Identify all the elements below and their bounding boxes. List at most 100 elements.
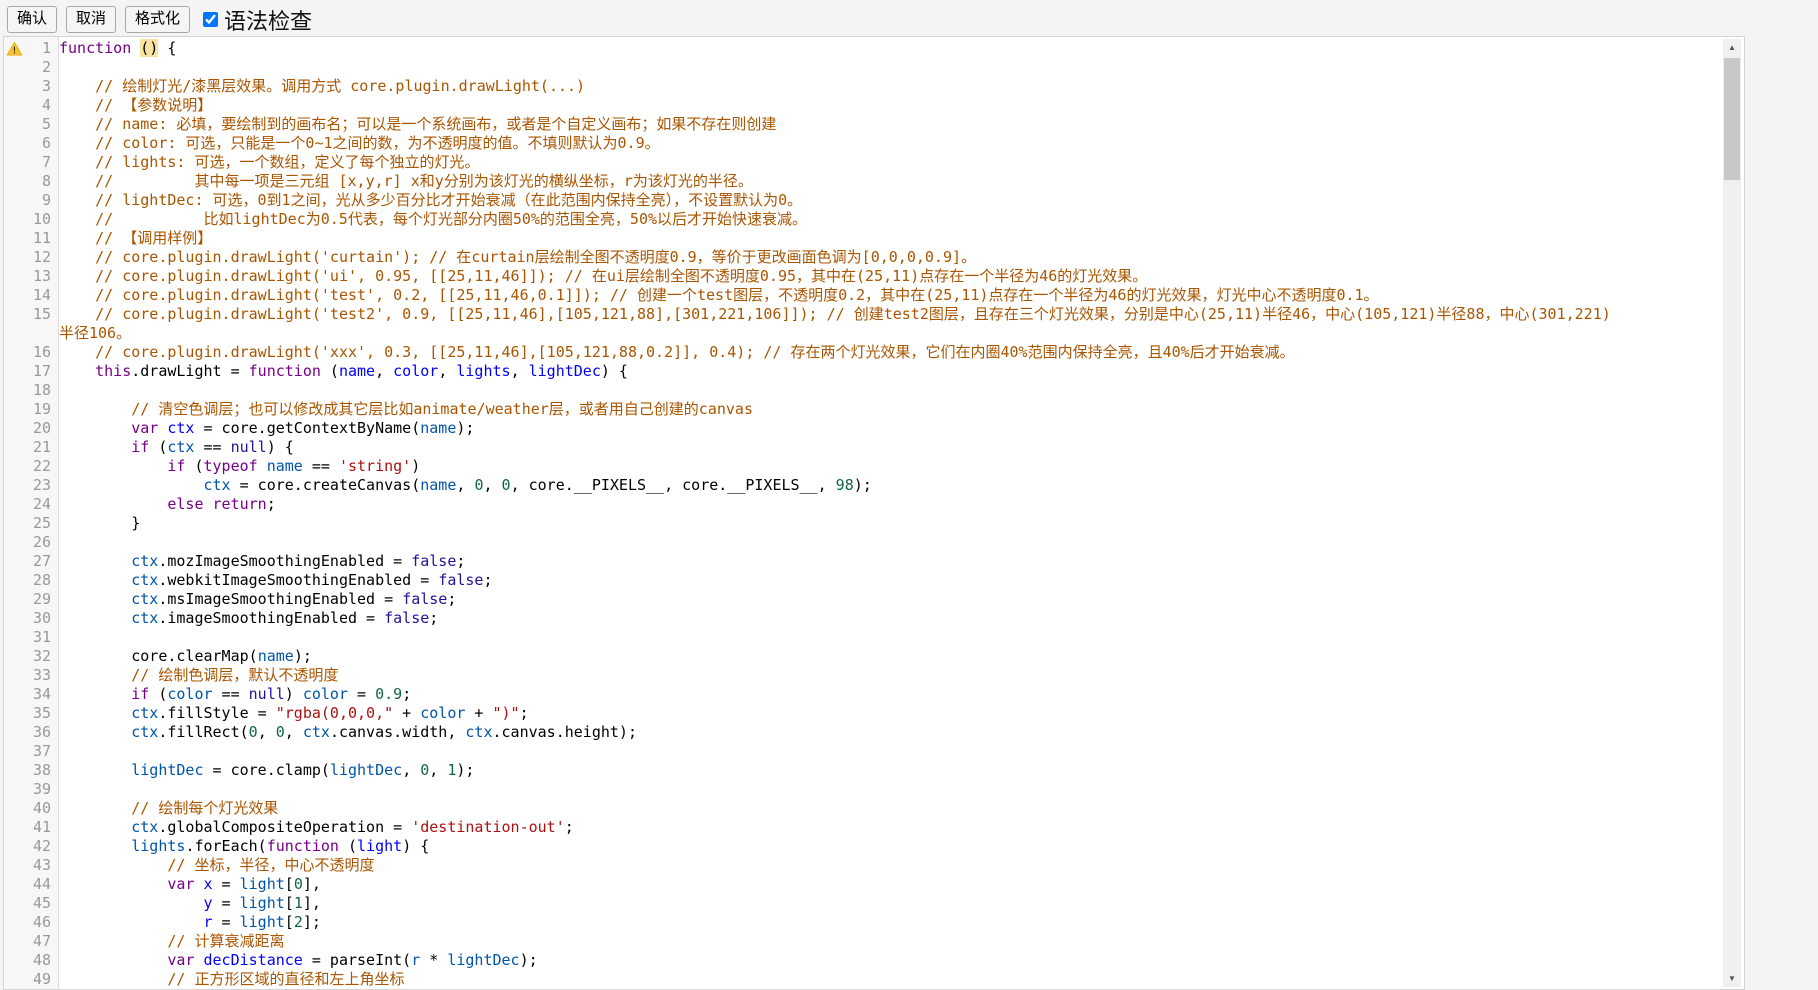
code-text[interactable]: // 其中每一项是三元组 [x,y,r] x和y分别为该灯光的横纵坐标，r为该灯…	[59, 172, 1614, 191]
vertical-scrollbar[interactable]: ▲ ▼	[1723, 39, 1741, 987]
code-text[interactable]: ctx.globalCompositeOperation = 'destinat…	[59, 818, 1614, 837]
code-text[interactable]: var x = light[0],	[59, 875, 1614, 894]
code-text[interactable]: // lightDec: 可选，0到1之间，光从多少百分比才开始衰减（在此范围内…	[59, 191, 1614, 210]
svg-text:!: !	[12, 46, 18, 56]
confirm-button[interactable]: 确认	[7, 6, 57, 33]
line-number: 43	[33, 856, 51, 874]
code-text[interactable]: r = light[2];	[59, 913, 1614, 932]
line-gutter: !1	[4, 39, 59, 58]
code-text[interactable]: // core.plugin.drawLight('curtain'); // …	[59, 248, 1614, 267]
code-text[interactable]: var decDistance = parseInt(r * lightDec)…	[59, 951, 1614, 970]
code-text[interactable]: y = light[1],	[59, 894, 1614, 913]
code-text[interactable]	[59, 533, 1614, 552]
scroll-up-icon[interactable]: ▲	[1723, 39, 1741, 56]
line-gutter: 38	[4, 761, 59, 780]
code-editor[interactable]: !1function () {23 // 绘制灯光/漆黑层效果。调用方式 cor…	[3, 36, 1745, 990]
code-line: 3 // 绘制灯光/漆黑层效果。调用方式 core.plugin.drawLig…	[4, 77, 1614, 96]
line-number: 35	[33, 704, 51, 722]
scrollbar-thumb[interactable]	[1724, 58, 1740, 180]
cancel-button[interactable]: 取消	[66, 6, 116, 33]
line-number: 40	[33, 799, 51, 817]
code-line: 39	[4, 780, 1614, 799]
code-text[interactable]: core.clearMap(name);	[59, 647, 1614, 666]
code-line: 44 var x = light[0],	[4, 875, 1614, 894]
code-text[interactable]: // color: 可选，只能是一个0~1之间的数，为不透明度的值。不填则默认为…	[59, 134, 1614, 153]
code-text[interactable]: ctx.msImageSmoothingEnabled = false;	[59, 590, 1614, 609]
code-text[interactable]: // 【调用样例】	[59, 229, 1614, 248]
code-text[interactable]: // 绘制每个灯光效果	[59, 799, 1614, 818]
code-text[interactable]: // 计算衰减距离	[59, 932, 1614, 951]
code-text[interactable]: ctx.fillRect(0, 0, ctx.canvas.width, ctx…	[59, 723, 1614, 742]
line-gutter: 25	[4, 514, 59, 533]
code-text[interactable]	[59, 58, 1614, 77]
code-line: 29 ctx.msImageSmoothingEnabled = false;	[4, 590, 1614, 609]
code-text[interactable]: // name: 必填，要绘制到的画布名；可以是一个系统画布，或者是个自定义画布…	[59, 115, 1614, 134]
code-line: 10 // 比如lightDec为0.5代表，每个灯光部分内圈50%的范围全亮，…	[4, 210, 1614, 229]
code-line: 34 if (color == null) color = 0.9;	[4, 685, 1614, 704]
code-text[interactable]: // core.plugin.drawLight('test', 0.2, [[…	[59, 286, 1614, 305]
code-text[interactable]: // core.plugin.drawLight('xxx', 0.3, [[2…	[59, 343, 1614, 362]
code-text[interactable]: // 绘制色调层，默认不透明度	[59, 666, 1614, 685]
code-line: 37	[4, 742, 1614, 761]
line-number: 18	[33, 381, 51, 399]
code-text[interactable]: ctx.fillStyle = "rgba(0,0,0," + color + …	[59, 704, 1614, 723]
code-text[interactable]: // core.plugin.drawLight('ui', 0.95, [[2…	[59, 267, 1614, 286]
code-text[interactable]: // lights: 可选，一个数组，定义了每个独立的灯光。	[59, 153, 1614, 172]
code-text[interactable]: // 绘制灯光/漆黑层效果。调用方式 core.plugin.drawLight…	[59, 77, 1614, 96]
line-gutter: 34	[4, 685, 59, 704]
line-number: 38	[33, 761, 51, 779]
code-text[interactable]: // 比如lightDec为0.5代表，每个灯光部分内圈50%的范围全亮，50%…	[59, 210, 1614, 229]
line-gutter: 35	[4, 704, 59, 723]
code-text[interactable]: // core.plugin.drawLight('test2', 0.9, […	[59, 305, 1614, 343]
line-gutter: 41	[4, 818, 59, 837]
line-number: 30	[33, 609, 51, 627]
line-number: 3	[42, 77, 51, 95]
line-number: 22	[33, 457, 51, 475]
code-text[interactable]: ctx.webkitImageSmoothingEnabled = false;	[59, 571, 1614, 590]
code-text[interactable]: else return;	[59, 495, 1614, 514]
line-number: 42	[33, 837, 51, 855]
code-text[interactable]: }	[59, 514, 1614, 533]
code-text[interactable]: ctx.imageSmoothingEnabled = false;	[59, 609, 1614, 628]
line-gutter: 16	[4, 343, 59, 362]
code-line: 21 if (ctx == null) {	[4, 438, 1614, 457]
code-text[interactable]	[59, 381, 1614, 400]
code-text[interactable]: if (typeof name == 'string')	[59, 457, 1614, 476]
code-lines[interactable]: !1function () {23 // 绘制灯光/漆黑层效果。调用方式 cor…	[4, 39, 1614, 989]
code-line: 36 ctx.fillRect(0, 0, ctx.canvas.width, …	[4, 723, 1614, 742]
syntax-check-checkbox[interactable]	[203, 12, 218, 27]
code-text[interactable]: lightDec = core.clamp(lightDec, 0, 1);	[59, 761, 1614, 780]
code-text[interactable]: var ctx = core.getContextByName(name);	[59, 419, 1614, 438]
code-line: 16 // core.plugin.drawLight('xxx', 0.3, …	[4, 343, 1614, 362]
line-gutter: 4	[4, 96, 59, 115]
code-line: 47 // 计算衰减距离	[4, 932, 1614, 951]
code-text[interactable]	[59, 628, 1614, 647]
code-text[interactable]: ctx = core.createCanvas(name, 0, 0, core…	[59, 476, 1614, 495]
code-text[interactable]: this.drawLight = function (name, color, …	[59, 362, 1614, 381]
scroll-down-icon[interactable]: ▼	[1723, 970, 1741, 987]
code-text[interactable]: lights.forEach(function (light) {	[59, 837, 1614, 856]
line-gutter: 28	[4, 571, 59, 590]
code-text[interactable]: if (color == null) color = 0.9;	[59, 685, 1614, 704]
code-text[interactable]	[59, 780, 1614, 799]
line-gutter: 23	[4, 476, 59, 495]
line-gutter: 12	[4, 248, 59, 267]
code-text[interactable]: // 清空色调层；也可以修改成其它层比如animate/weather层，或者用…	[59, 400, 1614, 419]
line-number: 37	[33, 742, 51, 760]
code-line: 24 else return;	[4, 495, 1614, 514]
code-text[interactable]: ctx.mozImageSmoothingEnabled = false;	[59, 552, 1614, 571]
code-line: 46 r = light[2];	[4, 913, 1614, 932]
syntax-check-group: 语法检查	[203, 4, 312, 36]
line-gutter: 42	[4, 837, 59, 856]
line-number: 1	[42, 39, 51, 57]
code-text[interactable]: // 坐标，半径，中心不透明度	[59, 856, 1614, 875]
line-number: 11	[33, 229, 51, 247]
code-text[interactable]: function () {	[59, 39, 1614, 58]
line-gutter: 6	[4, 134, 59, 153]
code-text[interactable]	[59, 742, 1614, 761]
code-text[interactable]: // 【参数说明】	[59, 96, 1614, 115]
code-text[interactable]: // 正方形区域的直径和左上角坐标	[59, 970, 1614, 989]
code-text[interactable]: if (ctx == null) {	[59, 438, 1614, 457]
format-button[interactable]: 格式化	[125, 6, 190, 33]
line-number: 19	[33, 400, 51, 418]
